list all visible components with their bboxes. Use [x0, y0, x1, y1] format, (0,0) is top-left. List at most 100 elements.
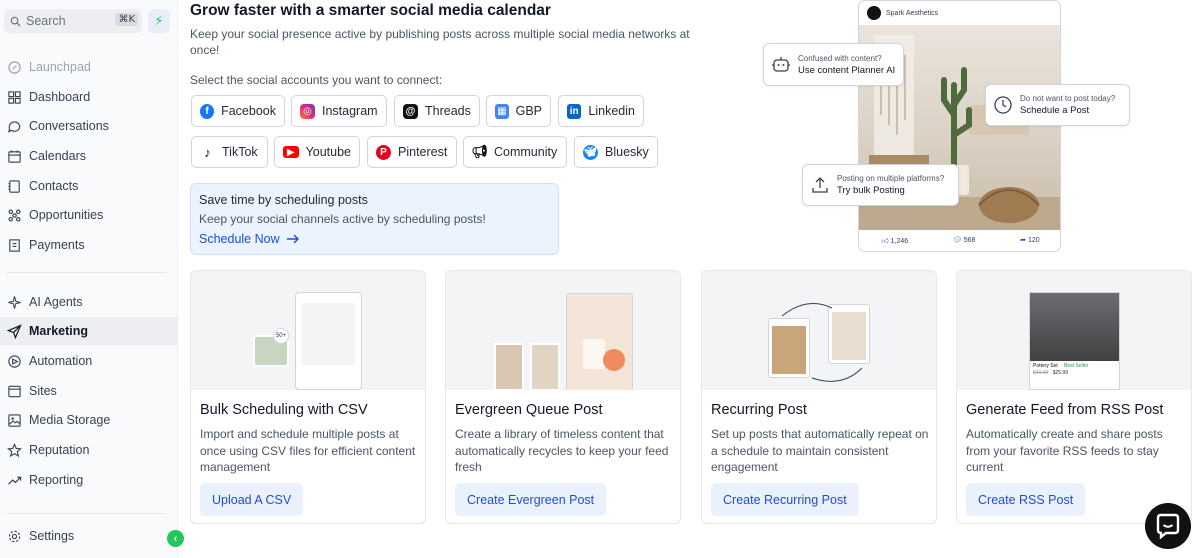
sidebar-item-contacts[interactable]: Contacts	[0, 172, 178, 200]
card-description: Automatically create and share posts fro…	[966, 427, 1163, 474]
sidebar-item-automation[interactable]: Automation	[0, 347, 178, 375]
promo-description: Keep your social channels active by sche…	[199, 212, 486, 226]
sites-icon	[8, 385, 21, 397]
youtube-icon: ▶	[283, 146, 299, 158]
page-title: Grow faster with a smarter social media …	[190, 2, 551, 19]
card-title: Bulk Scheduling with CSV	[200, 402, 368, 418]
sidebar-item-label: Sites	[29, 384, 57, 398]
quick-action-button[interactable]: ⚡	[148, 9, 170, 33]
connect-pinterest-button[interactable]: P Pinterest	[367, 136, 457, 168]
account-label: Pinterest	[398, 145, 448, 159]
callout-main-text: Schedule a Post	[1020, 105, 1090, 116]
likes-value: 1,246	[890, 237, 909, 245]
callout-main-text: Try bulk Posting	[837, 185, 905, 196]
select-accounts-label: Select the social accounts you want to c…	[190, 73, 443, 87]
clock-icon	[994, 96, 1012, 114]
callout-small-text: Do not want to post today?	[1020, 94, 1116, 103]
sidebar-item-label: Conversations	[29, 119, 109, 133]
sidebar-item-reporting[interactable]: Reporting	[0, 466, 178, 494]
connect-gbp-button[interactable]: ▦ GBP	[486, 95, 551, 127]
account-name: Spark Aesthetics	[886, 9, 939, 17]
connect-tiktok-button[interactable]: ♪ TikTok	[191, 136, 268, 168]
sidebar-item-label: AI Agents	[29, 295, 83, 309]
schedule-now-link[interactable]: Schedule Now	[199, 232, 550, 246]
sidebar-item-conversations[interactable]: Conversations	[0, 112, 178, 140]
connect-bluesky-button[interactable]: 🦋︎ Bluesky	[574, 136, 658, 168]
sidebar-item-launchpad[interactable]: Launchpad	[0, 53, 178, 81]
launchpad-icon	[8, 60, 21, 74]
instagram-icon: ◎	[300, 103, 315, 119]
chat-widget-button[interactable]	[1145, 503, 1191, 549]
share-icon: ➦	[1020, 237, 1028, 244]
callout-bulk-posting: Posting on multiple platforms? Try bulk …	[802, 164, 959, 206]
sidebar-item-label: Reporting	[29, 473, 84, 487]
best-seller-badge: Best Seller	[1064, 363, 1089, 369]
sidebar-item-dashboard[interactable]: Dashboard	[0, 83, 178, 111]
sidebar-item-reputation[interactable]: Reputation	[0, 436, 178, 464]
sidebar-item-calendars[interactable]: Calendars	[0, 142, 178, 170]
sidebar-item-payments[interactable]: Payments	[0, 231, 178, 259]
collapse-sidebar-button[interactable]: ‹	[167, 530, 184, 547]
sidebar-item-settings[interactable]: Settings	[0, 522, 178, 550]
like-icon: 👍︎	[881, 237, 891, 245]
card-title: Evergreen Queue Post	[455, 402, 603, 418]
search-icon	[10, 16, 21, 27]
gbp-icon: ▦	[495, 103, 509, 119]
search-box[interactable]: Search ⌘K	[4, 9, 142, 33]
card-description: Import and schedule multiple posts at on…	[200, 427, 416, 474]
create-evergreen-post-button[interactable]: Create Evergreen Post	[455, 483, 607, 516]
card-illustration: Pottery Set Best Seller $49.99 $25.99	[957, 271, 1191, 390]
connect-instagram-button[interactable]: ◎ Instagram	[291, 95, 387, 127]
card-title: Recurring Post	[711, 402, 807, 418]
connect-community-button[interactable]: 📢︎ Community	[463, 136, 567, 168]
trend-icon	[7, 476, 22, 485]
connect-facebook-button[interactable]: f Facebook	[191, 95, 285, 127]
post-preview: Spark Aesthetics 👍︎ 1,246 💬︎ 568 ➦ 120	[858, 0, 1061, 252]
main-content: Grow faster with a smarter social media …	[190, 0, 1200, 558]
sparkle-icon	[8, 295, 21, 309]
card-bulk-csv: 50+ Bulk Scheduling with CSV Import and …	[190, 270, 426, 524]
upload-icon	[812, 177, 828, 193]
pinterest-icon: P	[376, 144, 391, 160]
likes-count: 👍︎ 1,246	[881, 236, 908, 245]
card-illustration: 50+	[191, 271, 425, 390]
sidebar-item-ai-agents[interactable]: AI Agents	[0, 288, 178, 316]
bolt-icon: ⚡	[154, 13, 164, 28]
connect-threads-button[interactable]: @ Threads	[394, 95, 480, 127]
card-description: Set up posts that automatically repeat o…	[711, 427, 929, 474]
connect-youtube-button[interactable]: ▶ Youtube	[274, 136, 360, 168]
account-label: Linkedin	[588, 104, 635, 118]
callout-schedule-post: Do not want to post today? Schedule a Po…	[985, 84, 1130, 126]
page-subtitle: Keep your social presence active by publ…	[190, 27, 690, 57]
linkedin-icon: in	[567, 103, 582, 119]
sidebar-item-opportunities[interactable]: Opportunities	[0, 201, 178, 229]
connect-linkedin-button[interactable]: in Linkedin	[558, 95, 644, 127]
sidebar-divider	[6, 272, 166, 273]
star-icon	[7, 442, 22, 457]
price: $25.99	[1052, 370, 1068, 376]
account-label: Community	[494, 145, 558, 159]
sidebar-item-marketing[interactable]: Marketing	[0, 317, 178, 345]
callout-small-text: Posting on multiple platforms?	[837, 174, 945, 183]
old-price: $49.99	[1033, 370, 1049, 376]
account-label: TikTok	[222, 145, 258, 159]
sidebar-item-label: Contacts	[29, 179, 79, 193]
image-tile	[530, 343, 560, 390]
create-recurring-post-button[interactable]: Create Recurring Post	[711, 483, 859, 516]
sidebar: Search ⌘K ⚡ Launchpad Dashboard Conversa…	[0, 0, 184, 558]
sidebar-item-label: Payments	[29, 238, 85, 252]
callout-small-text: Confused with content?	[798, 53, 882, 63]
send-icon	[7, 323, 22, 339]
comments-count: 💬︎ 568	[953, 236, 976, 244]
upload-csv-button[interactable]: Upload A CSV	[200, 483, 304, 516]
sidebar-item-sites[interactable]: Sites	[0, 377, 178, 405]
card-description: Create a library of timeless content tha…	[455, 427, 669, 474]
callout-main-text: Use content Planner AI	[798, 64, 896, 76]
sidebar-item-media-storage[interactable]: Media Storage	[0, 406, 178, 434]
image-icon	[8, 413, 21, 427]
phone-mockup	[295, 292, 362, 390]
gear-icon	[8, 530, 21, 542]
card-recurring: Recurring Post Set up posts that automat…	[701, 270, 937, 524]
create-rss-post-button[interactable]: Create RSS Post	[966, 483, 1086, 516]
image-tile	[494, 343, 524, 390]
